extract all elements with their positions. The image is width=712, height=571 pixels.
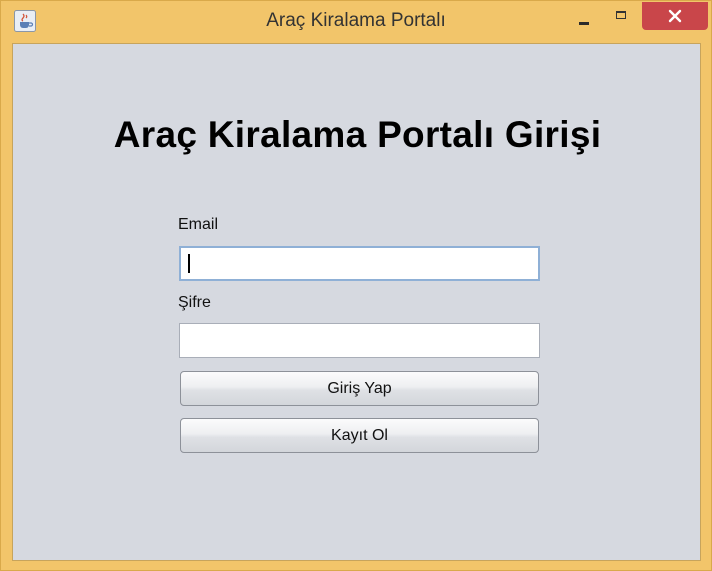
password-field[interactable] (179, 323, 540, 358)
text-caret (188, 254, 190, 273)
password-label: Şifre (178, 294, 211, 311)
page-title: Araç Kiralama Portalı Girişi (113, 114, 602, 155)
title-bar[interactable]: Araç Kiralama Portalı (1, 1, 711, 43)
email-label: Email (178, 216, 219, 233)
login-panel: Araç Kiralama Portalı Girişi Email Şifre… (12, 43, 701, 561)
window-title: Araç Kiralama Portalı (266, 10, 446, 31)
register-button[interactable]: Kayıt Ol (180, 418, 539, 453)
close-icon (668, 9, 682, 23)
login-button[interactable]: Giriş Yap (180, 371, 539, 406)
maximize-button[interactable] (609, 5, 635, 31)
email-field[interactable] (179, 246, 540, 281)
close-button[interactable] (642, 2, 708, 30)
minimize-button[interactable] (573, 5, 599, 31)
app-window: Araç Kiralama Portalı Araç Kiralama Port… (0, 0, 712, 571)
